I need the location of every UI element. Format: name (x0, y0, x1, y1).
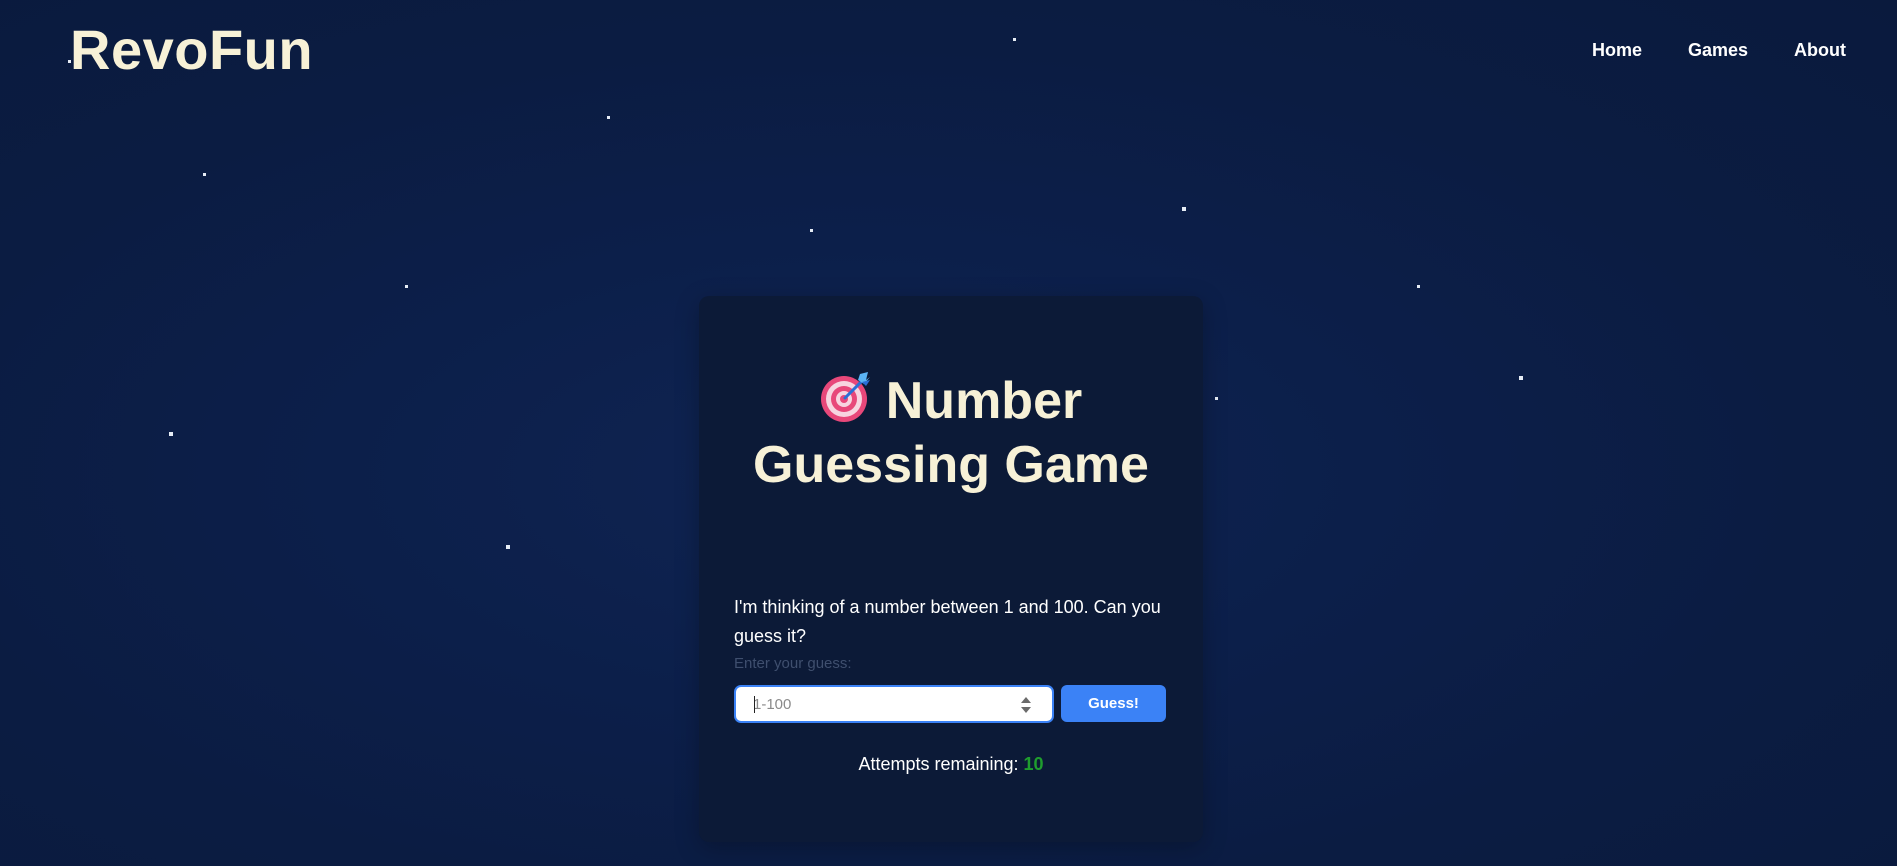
guess-input[interactable] (736, 687, 1006, 721)
star (1417, 285, 1420, 288)
star (1519, 376, 1523, 380)
star (1013, 38, 1016, 41)
number-stepper-icon[interactable] (1020, 695, 1032, 715)
star (506, 545, 510, 549)
star (607, 116, 610, 119)
nav-about-link[interactable]: About (1794, 38, 1846, 62)
main-nav: Home Games About (1546, 38, 1846, 62)
attempts-status: Attempts remaining: 10 (699, 752, 1203, 776)
game-title-text: Number Guessing Game (753, 372, 1149, 494)
nav-home-link[interactable]: Home (1592, 38, 1642, 62)
attempts-label: Attempts remaining: (858, 754, 1019, 774)
game-description: I'm thinking of a number between 1 and 1… (734, 597, 1161, 646)
game-title: Number Guessing Game (699, 368, 1203, 497)
guess-input-field[interactable] (734, 685, 1054, 723)
star (405, 285, 408, 288)
star (810, 229, 813, 232)
text-cursor (754, 696, 755, 713)
target-dart-icon (820, 368, 876, 424)
star (203, 173, 206, 176)
guess-button[interactable]: Guess! (1061, 685, 1166, 722)
star (1182, 207, 1186, 211)
star (1215, 397, 1218, 400)
star (169, 432, 173, 436)
site-logo[interactable]: RevoFun (70, 18, 313, 82)
guess-input-label: Enter your guess: (734, 655, 852, 672)
nav-games-link[interactable]: Games (1688, 38, 1748, 62)
attempts-count: 10 (1023, 754, 1044, 774)
game-card: Number Guessing Game I'm thinking of a n… (699, 296, 1203, 842)
